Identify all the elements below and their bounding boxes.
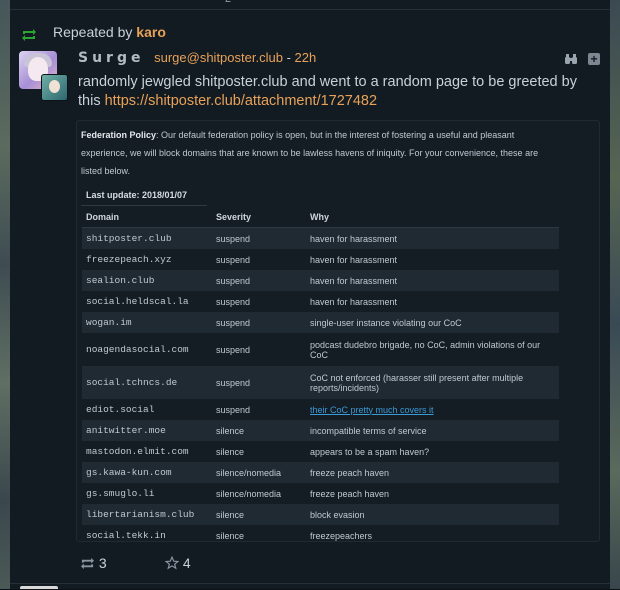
why-cell: haven for harassment [310,254,398,265]
severity-cell: suspend [212,366,306,399]
severity-cell: silence/nomedia [212,462,306,483]
why-cell: their CoC pretty much covers it [306,399,559,420]
plus-icon[interactable]: + [588,53,600,65]
why-cell: podcast dudebro brigade, no CoC, admin v… [310,339,541,360]
table-row: anitwitter.moe silence incompatible terms … [82,420,559,441]
domain-cell: gs.kawa-kun.com [82,462,212,483]
severity-cell: silence [212,420,306,441]
previous-post-edge: 2 [10,0,610,10]
repeat-action-icon [81,557,94,570]
author-separator: - [286,50,291,65]
domain-cell: ediot.social [86,403,155,415]
domain-cell: gs.smuglo.li [86,487,155,499]
table-row: wogan.im suspend single-user instance viol… [82,312,559,333]
domain-cell: shitposter.club [82,227,212,249]
repeat-count: 3 [98,555,107,571]
why-link[interactable]: their CoC pretty much covers it [310,405,434,415]
severity-cell: suspend [216,296,251,307]
domain-cell: social.tchncs.de [82,366,212,399]
table-row: ediot.social suspend their CoC pretty much… [82,399,559,420]
table-row: social.tchncs.de suspend CoC not enforced … [82,366,559,399]
domain-cell: libertarianism.club [82,504,212,525]
star-icon [164,555,180,570]
background-right [610,0,620,589]
blocklist-table: Domain Severity Why shitposter.club suspe… [82,207,559,541]
severity-cell: silence [216,446,245,457]
severity-cell: suspend [212,312,306,333]
domain-cell: social.tekk.in [86,529,166,541]
domain-cell: mastodon.elmit.com [86,445,189,457]
severity-cell: silence/nomedia [216,488,282,499]
severity-cell: suspend [216,404,251,415]
repeat-prefix: Repeated by [53,24,133,40]
post-link[interactable]: https://shitposter.club/attachment/17274… [105,93,377,109]
post-content: randomly jewgled shitposter.club and wen… [78,73,578,111]
why-cell: single-user instance violating our CoC [306,312,559,333]
favorite-action[interactable]: 4 [164,555,191,571]
severity-cell: suspend [212,270,306,291]
table-row: gs.smuglo.li silence/nomedia freeze peach … [82,483,559,504]
repeat-action[interactable]: 3 [80,555,107,571]
background-left [0,0,10,589]
repeat-icon [22,29,36,41]
why-cell: haven for harassment [306,227,559,249]
why-cell: CoC not enforced (harasser still present… [306,366,559,399]
favorite-count: 4 [182,555,191,571]
severity-cell: silence [216,530,245,541]
domain-cell: freezepeach.xyz [86,253,172,265]
column-header-why: Why [306,207,559,228]
table-row: sealion.club suspend haven for harassment [82,270,559,291]
column-header-domain: Domain [82,207,212,228]
why-cell: block evasion [306,504,559,525]
table-row: freezepeach.xyz suspend haven for harassme… [82,249,559,270]
repeat-user-link[interactable]: karo [136,24,166,40]
table-row: libertarianism.club silence block evasion [82,504,559,525]
why-cell: haven for harassment [306,270,559,291]
severity-cell: suspend [216,254,251,265]
severity-cell: suspend [216,344,251,355]
repeat-text: Repeated by karo [53,24,166,40]
table-row: noagendasocial.com suspend podcast dudebro… [82,333,559,366]
policy-label: Federation Policy [81,130,157,140]
why-cell: haven for harassment [310,296,398,307]
why-cell: appears to be a spam haven? [310,446,430,457]
federation-policy: Federation Policy: Our default federatio… [81,126,561,180]
why-cell: freeze peach haven [310,488,390,499]
domain-cell: noagendasocial.com [86,343,189,355]
post-timestamp[interactable]: 22h [295,50,317,65]
column-header-severity: Severity [212,207,306,228]
repeater-avatar[interactable] [41,74,68,101]
table-row: social.heldscal.la suspend haven for haras… [82,291,559,312]
attachment-preview[interactable]: Federation Policy: Our default federatio… [76,120,600,542]
last-update-divider [81,205,207,206]
last-update: Last update: 2018/01/07 [86,190,188,200]
table-row: mastodon.elmit.com silence appears to be a… [82,441,559,462]
repeat-notice: Repeated by karo [10,18,610,48]
severity-cell: silence [212,504,306,525]
table-row: gs.kawa-kun.com silence/nomedia freeze pea… [82,462,559,483]
table-row: social.tekk.in silence freezepeachers [82,525,559,541]
domain-cell: anitwitter.moe [82,420,212,441]
why-cell: incompatible terms of service [306,420,559,441]
author-display-name[interactable]: Surge [78,50,144,66]
binoculars-icon[interactable] [564,53,578,65]
severity-cell: suspend [212,227,306,249]
post-author-line: Surge surge@shitposter.club - 22h [78,50,316,66]
repeater-avatar-face [49,80,60,93]
domain-cell: social.heldscal.la [86,295,189,307]
domain-cell: wogan.im [82,312,212,333]
why-cell: freeze peach haven [306,462,559,483]
author-handle[interactable]: surge@shitposter.club [154,50,283,65]
table-row: shitposter.club suspend haven for harassme… [82,227,559,249]
domain-cell: sealion.club [82,270,212,291]
why-cell: freezepeachers [310,530,373,541]
previous-post-count: 2 [225,0,231,5]
